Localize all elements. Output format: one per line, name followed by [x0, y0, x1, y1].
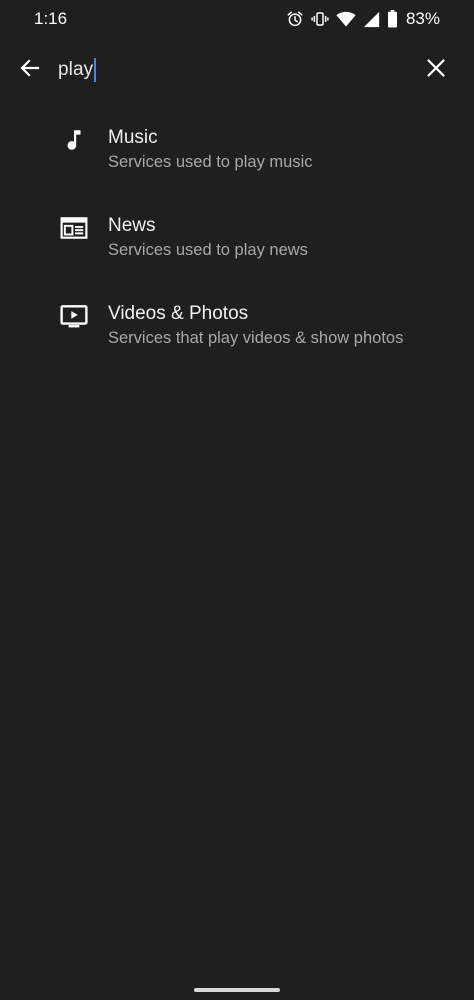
- gesture-nav-handle[interactable]: [194, 988, 280, 992]
- result-subtitle: Services used to play music: [108, 153, 313, 171]
- close-icon: [425, 57, 447, 84]
- battery-icon: [387, 10, 398, 28]
- result-title: Videos & Photos: [108, 303, 249, 324]
- search-bar: play: [0, 44, 474, 96]
- result-subtitle: Services that play videos & show photos: [108, 329, 404, 347]
- result-title: Music: [108, 127, 158, 148]
- search-results: Music Services used to play music News S…: [0, 114, 474, 378]
- result-subtitle: Services used to play news: [108, 241, 308, 259]
- status-icons: 83%: [286, 8, 440, 30]
- clear-search-button[interactable]: [416, 48, 456, 92]
- alarm-icon: [286, 10, 304, 28]
- result-item-music[interactable]: Music Services used to play music: [0, 114, 474, 202]
- battery-percent: 83%: [405, 9, 440, 28]
- status-time: 1:16: [34, 9, 68, 28]
- search-input[interactable]: play: [58, 56, 97, 84]
- music-note-icon: [58, 124, 90, 156]
- result-item-videos-photos[interactable]: Videos & Photos Services that play video…: [0, 290, 474, 378]
- result-title: News: [108, 215, 156, 236]
- text-caret: [94, 58, 97, 82]
- tv-play-icon: [58, 300, 90, 332]
- arrow-back-icon: [18, 56, 42, 85]
- result-item-news[interactable]: News Services used to play news: [0, 202, 474, 290]
- status-bar: 1:16 83%: [0, 0, 474, 40]
- vibrate-icon: [311, 10, 329, 28]
- back-button[interactable]: [10, 48, 50, 92]
- search-query[interactable]: play: [58, 59, 93, 81]
- news-icon: [58, 212, 90, 244]
- signal-icon: [363, 11, 380, 28]
- wifi-icon: [336, 10, 356, 28]
